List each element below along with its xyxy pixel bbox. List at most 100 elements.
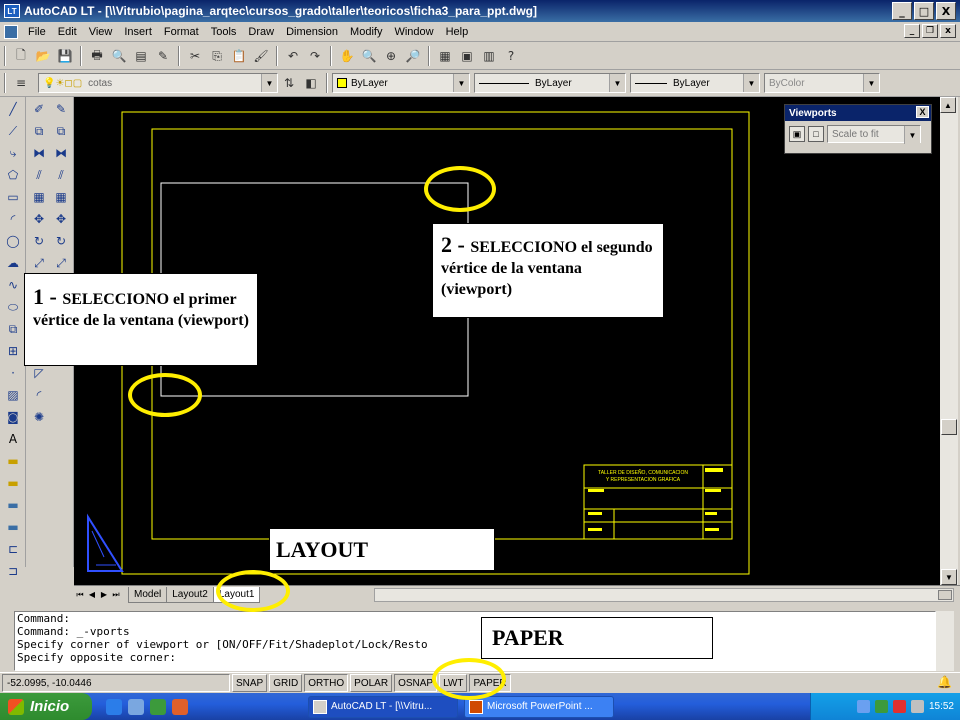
osnap-toggle[interactable]: OSNAP [394,674,438,692]
text-icon[interactable]: A [3,429,23,449]
last-tab-icon[interactable]: ⏭ [110,588,122,602]
dimension-icon[interactable]: ▬ [3,517,23,537]
design-center-icon[interactable]: ▣ [458,47,476,65]
cut-icon[interactable]: ✂ [186,47,204,65]
move-icon[interactable]: ✥ [29,209,49,229]
tool-palettes-icon[interactable]: ▥ [480,47,498,65]
dimension-icon[interactable]: ▬ [3,451,23,471]
layer-manager-icon[interactable]: ≡ [12,74,30,92]
open-icon[interactable]: 📂 [34,47,52,65]
construction-line-icon[interactable]: ⟋ [3,121,23,141]
ie-icon[interactable] [106,698,122,715]
scroll-thumb[interactable] [941,419,957,435]
menu-insert[interactable]: Insert [118,26,158,38]
array-icon[interactable]: ▦ [51,187,71,207]
tab-model[interactable]: Model [128,586,168,603]
rotate-icon[interactable]: ↻ [51,231,71,251]
pan-icon[interactable]: ✋ [338,47,356,65]
spline-icon[interactable]: ∿ [3,275,23,295]
copy-object-icon[interactable]: ⧉ [29,121,49,141]
save-icon[interactable]: 💾 [56,47,74,65]
redo-icon[interactable]: ↷ [306,47,324,65]
chevron-down-icon[interactable]: ▼ [453,74,469,92]
viewports-toolbar-title[interactable]: Viewports X [785,105,931,121]
toolbar-grip[interactable] [4,73,6,93]
scale-icon[interactable]: ⤢ [51,253,71,273]
desktop-icon[interactable] [150,698,166,715]
taskbar-powerpoint[interactable]: Microsoft PowerPoint ... [464,695,614,718]
point-icon[interactable]: · [3,363,23,383]
volume-icon[interactable] [910,700,924,713]
array-icon[interactable]: ▦ [29,187,49,207]
scroll-up-arrow-icon[interactable]: ▲ [940,97,956,113]
scroll-down-arrow-icon[interactable]: ▼ [941,569,957,585]
spell-icon[interactable]: ✎ [154,47,172,65]
chevron-down-icon[interactable]: ▼ [609,74,625,92]
arc-icon[interactable]: ◜ [3,209,23,229]
revision-cloud-icon[interactable]: ☁ [3,253,23,273]
lineweight-dropdown[interactable]: ByLayer ▼ [630,73,760,93]
hatch-icon[interactable]: ▨ [3,385,23,405]
ellipse-icon[interactable]: ⬭ [3,297,23,317]
maximize-button[interactable]: □ [914,2,934,20]
dimension-icon[interactable]: ⊐ [3,561,23,581]
close-button[interactable]: X [936,2,956,20]
chevron-down-icon[interactable]: ▼ [904,126,920,144]
layer-previous-icon[interactable]: ◧ [302,74,320,92]
move-icon[interactable]: ✥ [51,209,71,229]
menu-tools[interactable]: Tools [205,26,243,38]
menu-view[interactable]: View [83,26,119,38]
mirror-icon[interactable]: ⧓ [51,143,71,163]
print-preview-icon[interactable]: 🔍 [110,47,128,65]
copy-icon[interactable]: ⧉ [51,121,71,141]
help-icon[interactable]: ? [502,47,520,65]
ortho-toggle[interactable]: ORTHO [304,674,349,692]
offset-icon[interactable]: ⫽ [51,165,71,185]
menu-help[interactable]: Help [440,26,475,38]
horizontal-scrollbar[interactable] [374,588,954,602]
chevron-down-icon[interactable]: ▼ [261,74,277,92]
insert-block-icon[interactable]: ⧉ [3,319,23,339]
linetype-dropdown[interactable]: ByLayer ▼ [474,73,626,93]
paste-icon[interactable]: 📋 [230,47,248,65]
menu-window[interactable]: Window [388,26,439,38]
dimension-icon[interactable]: ⊏ [3,539,23,559]
app-icon[interactable]: LT [4,4,20,18]
copy-icon[interactable]: ⎘ [208,47,226,65]
grid-toggle[interactable]: GRID [269,674,303,692]
zoom-realtime-icon[interactable]: 🔍 [360,47,378,65]
fillet-icon[interactable]: ◜ [29,385,49,405]
undo-icon[interactable]: ↶ [284,47,302,65]
menu-file[interactable]: File [22,26,52,38]
properties-icon[interactable]: ▦ [436,47,454,65]
scale-icon[interactable]: ⤢ [29,253,49,273]
document-icon[interactable] [4,24,18,39]
new-icon[interactable]: 🗋 [12,47,30,65]
print-icon[interactable]: 🖶 [88,47,106,65]
erase-icon[interactable]: ✐ [29,99,49,119]
rectangle-icon[interactable]: ▭ [3,187,23,207]
network-icon[interactable] [856,700,870,713]
command-scrollbar[interactable] [936,611,954,671]
doc-restore-button[interactable]: ❐ [922,24,938,38]
match-properties-icon[interactable]: 🖌 [252,47,270,65]
media-icon[interactable] [128,698,144,715]
mirror-icon[interactable]: ⧓ [29,143,49,163]
make-block-icon[interactable]: ⊞ [3,341,23,361]
zoom-previous-icon[interactable]: 🔎 [404,47,422,65]
menu-dimension[interactable]: Dimension [280,26,344,38]
vertical-scrollbar[interactable]: ▲ ▼ [940,97,958,585]
tray-app-icon[interactable] [874,700,888,713]
browser-icon[interactable] [172,698,188,715]
dimension-icon[interactable]: ▬ [3,495,23,515]
comm-center-icon[interactable]: 🔔 [937,675,952,689]
single-viewport-icon[interactable]: □ [808,126,824,142]
coordinates-readout[interactable]: -52.0995, -10.0446 [2,674,230,692]
menu-format[interactable]: Format [158,26,205,38]
line-icon[interactable]: ╱ [3,99,23,119]
viewports-dialog-icon[interactable]: ▣ [789,126,805,142]
make-current-layer-icon[interactable]: ⇅ [280,74,298,92]
rotate-icon[interactable]: ↻ [29,231,49,251]
first-tab-icon[interactable]: ⏮ [74,588,86,602]
security-icon[interactable] [892,700,906,713]
